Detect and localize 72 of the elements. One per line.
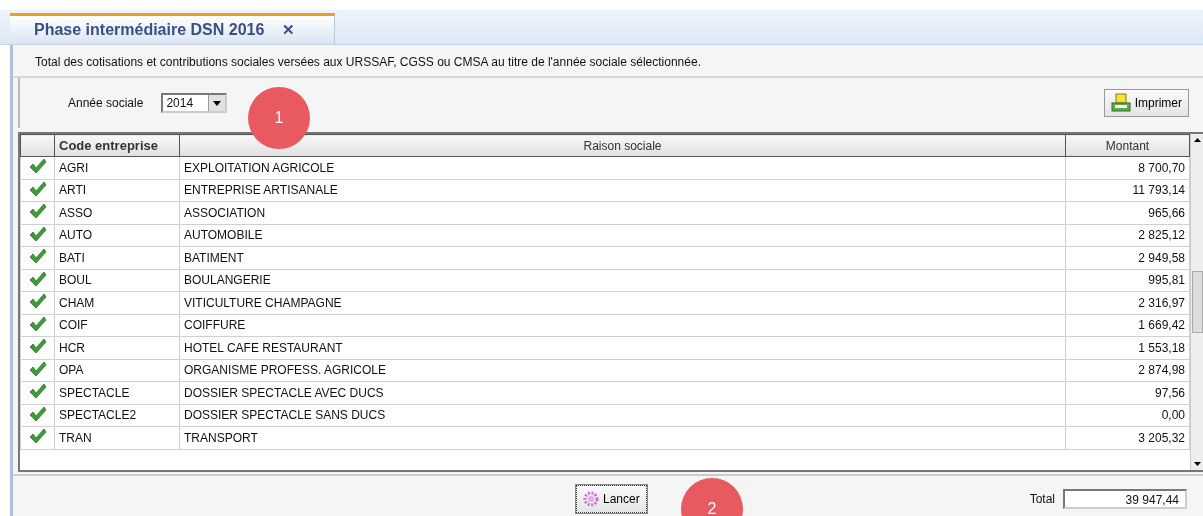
- annotation-badge: 1: [248, 87, 310, 149]
- table-cell: ARTI: [54, 179, 180, 202]
- checkmark-icon: [28, 338, 47, 355]
- table-cell: EXPLOITATION AGRICOLE: [179, 156, 1066, 179]
- description-text: Total des cotisations et contributions sociales versées aux URSSAF, CGSS ou CMSA au titre de l'année sociale sélectionnée.: [35, 55, 701, 69]
- column-header[interactable]: Code entreprise: [54, 134, 180, 157]
- gear-icon: [583, 491, 599, 507]
- table-cell: HOTEL CAFE RESTAURANT: [179, 336, 1066, 359]
- table-cell: ASSOCIATION: [179, 201, 1066, 224]
- table-cell: 2 825,12: [1065, 224, 1190, 247]
- checkmark-icon: [28, 315, 47, 332]
- table-cell: 965,66: [1065, 201, 1190, 224]
- checkmark-icon: [28, 203, 47, 220]
- scroll-down-icon[interactable]: [1193, 462, 1201, 466]
- tab[interactable]: Phase intermédiaire DSN 2016 ✕: [10, 13, 335, 44]
- field-label: Année sociale: [68, 96, 144, 110]
- table-cell: TRAN: [54, 426, 180, 449]
- column-header[interactable]: Montant: [1065, 134, 1190, 157]
- scrollbar[interactable]: [1190, 134, 1203, 470]
- table-cell: ENTREPRISE ARTISANALE: [179, 179, 1066, 202]
- column-header[interactable]: Raison sociale: [179, 134, 1066, 157]
- printer-icon: [1110, 93, 1131, 113]
- checkmark-icon: [28, 360, 47, 377]
- table-cell: CHAM: [54, 291, 180, 314]
- scroll-up-icon[interactable]: [1193, 138, 1201, 142]
- dropdown-arrow-icon: [213, 100, 222, 106]
- table-cell: 97,56: [1065, 381, 1190, 404]
- table-cell: 3 205,32: [1065, 426, 1190, 449]
- total-field: 39 947,44: [1063, 489, 1187, 509]
- table-cell: SPECTACLE: [54, 381, 180, 404]
- launch-button[interactable]: Lancer: [576, 485, 647, 513]
- table-cell: COIFFURE: [179, 314, 1066, 337]
- table-cell: HCR: [54, 336, 180, 359]
- year-dropdown[interactable]: 2014: [161, 93, 228, 113]
- table-cell: AUTOMOBILE: [179, 224, 1066, 247]
- table-cell: ASSO: [54, 201, 180, 224]
- annotation-badge: 2: [681, 478, 743, 516]
- table-cell: OPA: [54, 359, 180, 382]
- table-cell: 8 700,70: [1065, 156, 1190, 179]
- table-cell: 0,00: [1065, 404, 1190, 427]
- table-cell: 2 316,97: [1065, 291, 1190, 314]
- table-cell: COIF: [54, 314, 180, 337]
- total-label: Total: [1029, 492, 1055, 506]
- checkmark-icon: [28, 225, 47, 242]
- checkmark-icon: [28, 248, 47, 265]
- table-cell: 1 553,18: [1065, 336, 1190, 359]
- close-icon[interactable]: ✕: [282, 21, 296, 39]
- checkmark-icon: [28, 293, 47, 310]
- table-cell: BOUL: [54, 269, 180, 292]
- print-button[interactable]: Imprimer: [1103, 89, 1189, 117]
- table-cell: SPECTACLE2: [54, 404, 180, 427]
- checkmark-icon: [28, 270, 47, 287]
- checkmark-icon: [28, 405, 47, 422]
- table-cell: VITICULTURE CHAMPAGNE: [179, 291, 1066, 314]
- table-cell: DOSSIER SPECTACLE AVEC DUCS: [179, 381, 1066, 404]
- table-cell: 995,81: [1065, 269, 1190, 292]
- table-cell: 1 669,42: [1065, 314, 1190, 337]
- table-cell: BOULANGERIE: [179, 269, 1066, 292]
- table-cell: TRANSPORT: [179, 426, 1066, 449]
- table-cell: BATI: [54, 246, 180, 269]
- table-cell: BATIMENT: [179, 246, 1066, 269]
- table-cell: 2 949,58: [1065, 246, 1190, 269]
- table-cell: AUTO: [54, 224, 180, 247]
- table-cell: 2 874,98: [1065, 359, 1190, 382]
- table-cell: AGRI: [54, 156, 180, 179]
- checkmark-icon: [28, 180, 47, 197]
- table-cell: DOSSIER SPECTACLE SANS DUCS: [179, 404, 1066, 427]
- checkmark-icon: [28, 428, 47, 445]
- checkmark-icon: [28, 383, 47, 400]
- table-cell: ORGANISME PROFESS. AGRICOLE: [179, 359, 1066, 382]
- table-cell: 11 793,14: [1065, 179, 1190, 202]
- scroll-thumb[interactable]: [1191, 271, 1203, 333]
